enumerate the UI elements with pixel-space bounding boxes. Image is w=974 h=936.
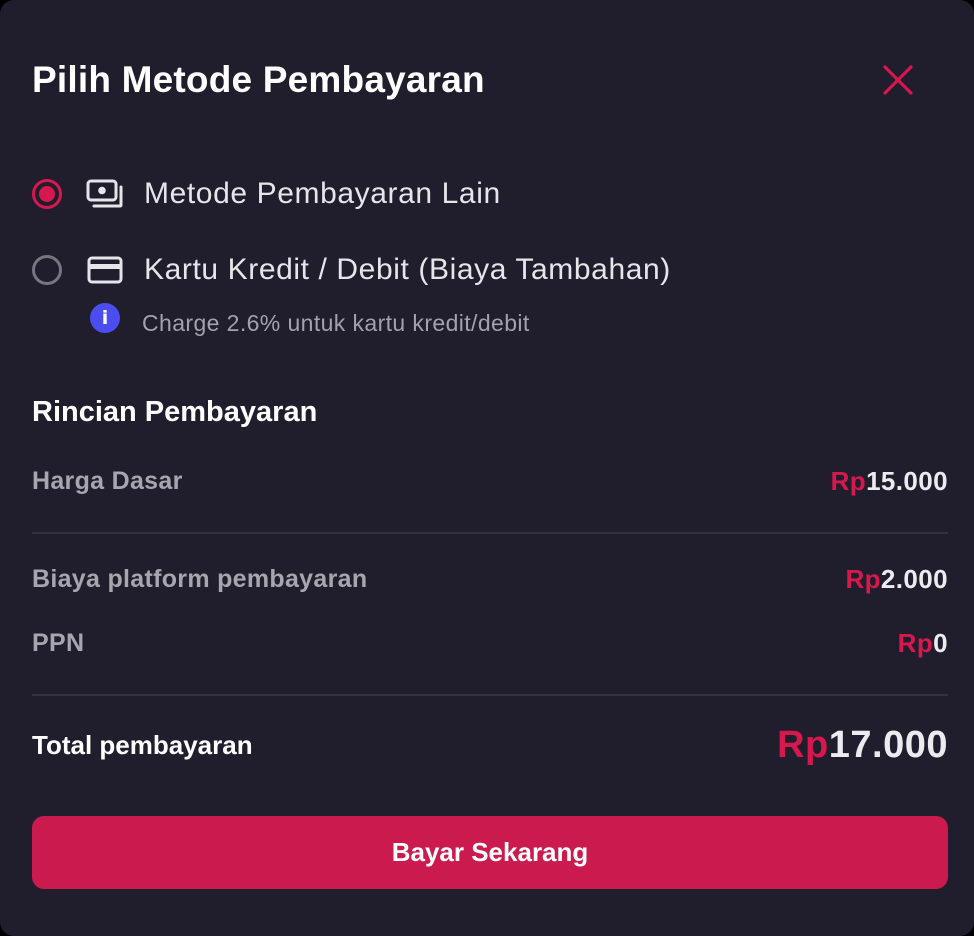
payment-option-other[interactable]: Metode Pembayaran Lain xyxy=(32,177,501,211)
close-button[interactable] xyxy=(870,52,926,108)
tax-amount: 0 xyxy=(933,628,948,658)
base-price-amount: 15.000 xyxy=(866,466,948,496)
base-price-label: Harga Dasar xyxy=(32,467,183,495)
platform-fee-row: Biaya platform pembayaran Rp2.000 xyxy=(32,564,948,595)
tax-row: PPN Rp0 xyxy=(32,628,948,659)
total-label: Total pembayaran xyxy=(32,730,253,760)
close-icon xyxy=(883,65,913,95)
platform-fee-value: Rp2.000 xyxy=(845,564,948,595)
radio-unselected[interactable] xyxy=(32,255,62,285)
divider xyxy=(32,694,948,696)
total-value: Rp17.000 xyxy=(777,724,948,767)
currency-symbol: Rp xyxy=(897,628,934,658)
currency-symbol: Rp xyxy=(777,724,829,766)
pay-now-button[interactable]: Bayar Sekarang xyxy=(32,816,948,889)
card-charge-note: i Charge 2.6% untuk kartu kredit/debit xyxy=(90,302,530,337)
platform-fee-label: Biaya platform pembayaran xyxy=(32,565,368,593)
total-amount: 17.000 xyxy=(828,724,948,766)
tax-value: Rp0 xyxy=(898,628,948,659)
currency-symbol: Rp xyxy=(845,564,881,594)
info-icon: i xyxy=(90,302,120,333)
radio-selected[interactable] xyxy=(32,179,62,209)
modal-header: Pilih Metode Pembayaran xyxy=(32,52,948,108)
base-price-row: Harga Dasar Rp15.000 xyxy=(32,466,948,497)
payment-details-title: Rincian Pembayaran xyxy=(32,396,318,428)
currency-symbol: Rp xyxy=(830,466,867,496)
total-row: Total pembayaran Rp17.000 xyxy=(32,724,948,767)
credit-card-icon xyxy=(86,255,124,285)
modal-title: Pilih Metode Pembayaran xyxy=(32,59,485,100)
divider xyxy=(32,532,948,534)
payment-option-label: Metode Pembayaran Lain xyxy=(144,177,501,210)
cash-icon xyxy=(86,179,124,209)
payment-option-label: Kartu Kredit / Debit (Biaya Tambahan) xyxy=(144,253,671,286)
payment-option-card[interactable]: Kartu Kredit / Debit (Biaya Tambahan) xyxy=(32,253,671,287)
base-price-value: Rp15.000 xyxy=(831,466,948,497)
tax-label: PPN xyxy=(32,629,85,657)
card-charge-text: Charge 2.6% untuk kartu kredit/debit xyxy=(142,310,530,336)
payment-method-modal: Pilih Metode Pembayaran Metode Pembayara… xyxy=(0,0,974,936)
platform-fee-amount: 2.000 xyxy=(880,564,948,594)
